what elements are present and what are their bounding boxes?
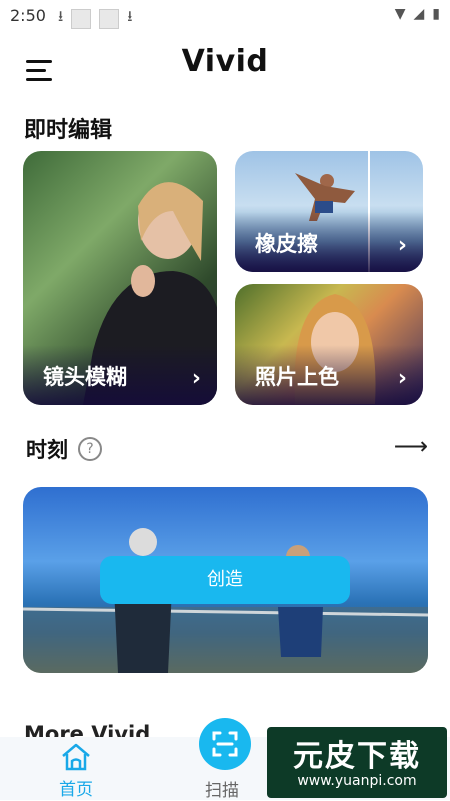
scan-label[interactable]: 扫描 bbox=[205, 776, 239, 801]
signal-icon: ◢ bbox=[413, 6, 425, 22]
status-notifications: ⭳ ⭳ bbox=[58, 6, 133, 31]
watermark-text: 元皮下载 bbox=[293, 739, 421, 774]
eraser-card[interactable]: 橡皮擦 › bbox=[235, 151, 423, 272]
lens-blur-card[interactable]: 镜头模糊 › bbox=[23, 151, 217, 405]
wifi-icon: ▼ bbox=[394, 6, 406, 22]
colorize-card[interactable]: 照片上色 › bbox=[235, 284, 423, 405]
colorize-label: 照片上色 bbox=[255, 365, 339, 389]
status-system-icons: ▼ ◢ ▮ bbox=[395, 6, 440, 22]
scan-icon bbox=[212, 731, 238, 757]
notification-icon bbox=[99, 8, 120, 29]
moments-title: 时刻 bbox=[26, 438, 68, 462]
home-icon bbox=[62, 743, 90, 771]
download-icon: ⭳ bbox=[58, 7, 64, 25]
notification-icon bbox=[71, 8, 92, 29]
lens-blur-label: 镜头模糊 bbox=[43, 365, 127, 389]
status-bar: 2:50 ⭳ ⭳ ▼ ◢ ▮ bbox=[0, 0, 450, 30]
scan-button[interactable] bbox=[199, 718, 251, 770]
instant-edit-title: 即时编辑 bbox=[24, 118, 113, 143]
help-icon[interactable]: ? bbox=[78, 437, 102, 461]
nav-home[interactable]: 首页 bbox=[44, 743, 108, 800]
eraser-label: 橡皮擦 bbox=[255, 232, 318, 256]
top-bar: Vivid bbox=[0, 30, 450, 100]
chevron-right-icon: › bbox=[191, 366, 201, 391]
download-icon: ⭳ bbox=[127, 7, 133, 25]
chevron-right-icon: › bbox=[397, 366, 407, 391]
watermark-logo: 元皮下载 www.yuanpi.com bbox=[267, 727, 447, 798]
status-time: 2:50 bbox=[10, 6, 46, 25]
app-title: Vivid bbox=[181, 44, 269, 79]
nav-home-label: 首页 bbox=[59, 780, 93, 800]
arrow-right-icon[interactable]: ⟶ bbox=[394, 432, 428, 460]
chevron-right-icon: › bbox=[397, 233, 407, 258]
moments-header: 时刻 ? ⟶ bbox=[26, 432, 428, 466]
battery-icon: ▮ bbox=[432, 6, 440, 22]
watermark-url: www.yuanpi.com bbox=[297, 773, 417, 789]
create-button[interactable]: 创造 bbox=[100, 556, 350, 604]
